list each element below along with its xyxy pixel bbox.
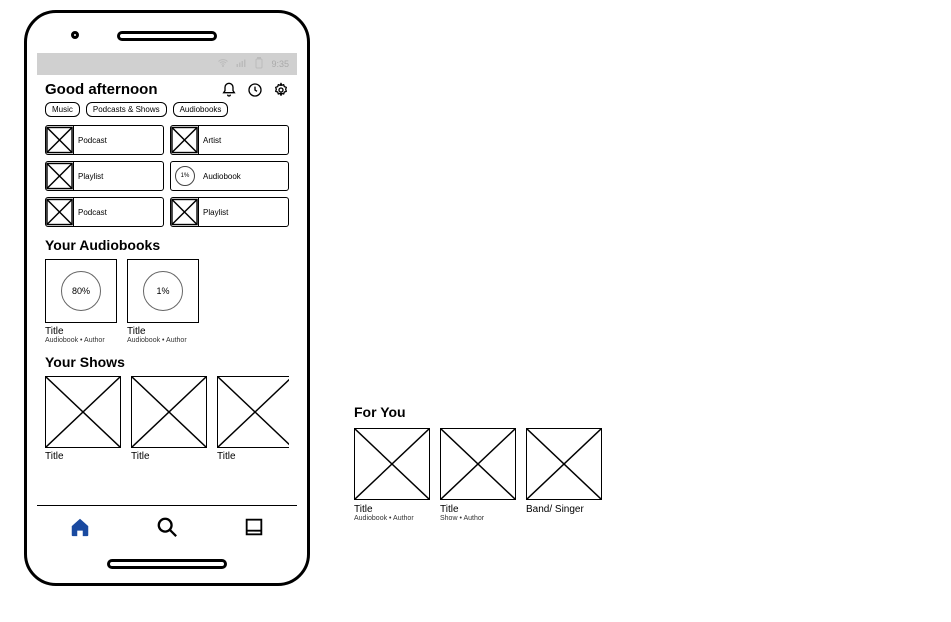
image-placeholder-icon [45,376,121,448]
card-title: Title [354,504,430,515]
recent-item-label: Playlist [199,208,228,217]
image-placeholder-icon [526,428,602,500]
progress-ring-icon: 1% [143,271,183,311]
show-card[interactable]: Title [217,376,289,462]
recent-item[interactable]: Podcast [45,197,164,227]
image-placeholder-icon [46,126,74,154]
image-placeholder-icon [440,428,516,500]
recent-item-label: Audiobook [199,172,241,181]
audiobook-card[interactable]: 80% Title Audiobook • Author [45,259,117,344]
card-subtitle: Audiobook • Author [354,515,430,522]
bottom-nav [37,505,297,547]
card-title: Title [45,451,121,462]
recent-item[interactable]: Playlist [170,197,289,227]
progress-cover: 1% [127,259,199,323]
chip-podcasts-shows[interactable]: Podcasts & Shows [86,102,167,117]
recent-item-label: Playlist [74,172,103,181]
card-title: Title [217,451,289,462]
foryou-card[interactable]: Title Audiobook • Author [354,428,430,522]
status-time: 9:35 [271,59,289,69]
chip-audiobooks[interactable]: Audiobooks [173,102,229,117]
show-card[interactable]: Title [131,376,207,462]
recent-item-label: Podcast [74,136,107,145]
header-row: Good afternoon [45,81,289,98]
show-card[interactable]: Title [45,376,121,462]
content-area: Good afternoon Music Podcasts & Shows [37,75,297,505]
greeting-text: Good afternoon [45,81,158,98]
foryou-card[interactable]: Title Show • Author [440,428,516,522]
card-title: Title [131,451,207,462]
header-action-icons [221,82,289,98]
home-icon[interactable] [69,516,91,538]
image-placeholder-icon [171,126,199,154]
recent-item-label: Podcast [74,208,107,217]
status-bar: 9:35 [37,53,297,75]
section-title-audiobooks: Your Audiobooks [45,237,289,253]
recent-item[interactable]: Podcast [45,125,164,155]
progress-ring-icon: 1% [171,162,199,190]
audiobook-card[interactable]: 1% Title Audiobook • Author [127,259,199,344]
card-title: Title [127,326,199,337]
filter-chips: Music Podcasts & Shows Audiobooks [45,102,289,117]
image-placeholder-icon [46,198,74,226]
chip-music[interactable]: Music [45,102,80,117]
image-placeholder-icon [217,376,289,448]
recent-item-label: Artist [199,136,221,145]
card-subtitle: Show • Author [440,515,516,522]
recent-item[interactable]: Playlist [45,161,164,191]
shows-scroller[interactable]: Title Title Title Tit [45,376,289,462]
section-title-foryou: For You [354,404,654,420]
image-placeholder-icon [171,198,199,226]
card-subtitle: Audiobook • Author [45,337,117,344]
image-placeholder-icon [46,162,74,190]
recent-item[interactable]: 1% Audiobook [170,161,289,191]
signal-icon [235,57,247,71]
phone-device: 9:35 Good afternoon [24,10,310,586]
progress-cover: 80% [45,259,117,323]
audiobooks-scroller[interactable]: 80% Title Audiobook • Author 1% Title Au… [45,259,289,344]
recent-grid: Podcast Artist Playlist 1% Audiobook Pod… [45,125,289,227]
library-icon[interactable] [243,516,265,538]
gear-icon[interactable] [273,82,289,98]
card-title: Band/ Singer [526,504,602,515]
foryou-card[interactable]: Band/ Singer [526,428,602,522]
card-title: Title [45,326,117,337]
image-placeholder-icon [131,376,207,448]
bell-icon[interactable] [221,82,237,98]
progress-ring-icon: 80% [61,271,101,311]
image-placeholder-icon [354,428,430,500]
card-title: Title [440,504,516,515]
section-title-shows: Your Shows [45,354,289,370]
recent-item[interactable]: Artist [170,125,289,155]
battery-icon [253,57,265,71]
search-icon[interactable] [156,516,178,538]
phone-screen: 9:35 Good afternoon [37,23,297,573]
clock-icon[interactable] [247,82,263,98]
wifi-icon [217,57,229,71]
foryou-scroller[interactable]: Title Audiobook • Author Title Show • Au… [354,428,654,522]
for-you-panel: For You Title Audiobook • Author Title S… [354,400,654,522]
card-subtitle: Audiobook • Author [127,337,199,344]
